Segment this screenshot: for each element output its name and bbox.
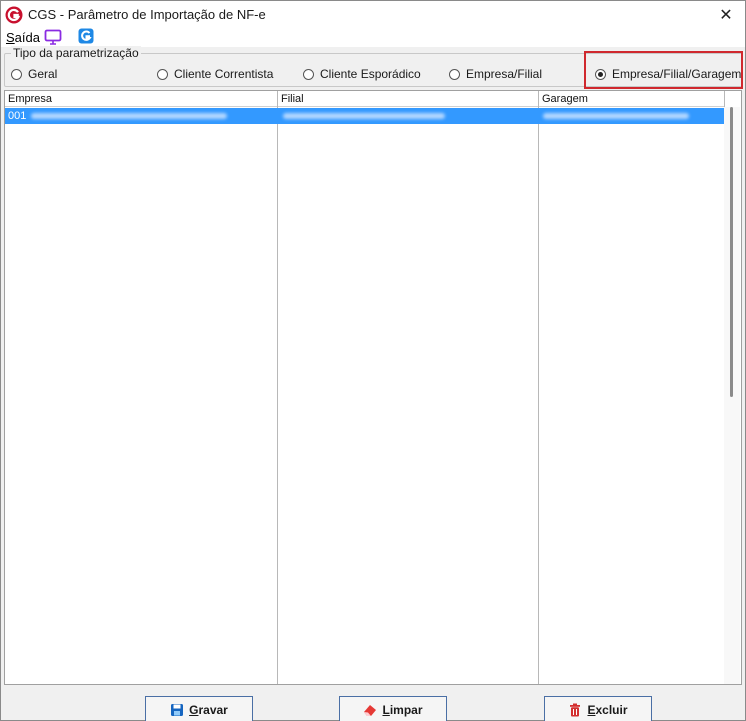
column-divider <box>277 107 278 684</box>
close-icon: ✕ <box>719 7 733 24</box>
limpar-rest: impar <box>389 703 423 717</box>
app-logo-icon <box>5 6 23 24</box>
close-button[interactable]: ✕ <box>709 1 743 29</box>
group-legend: Tipo da parametrização <box>11 46 141 60</box>
title-bar: CGS - Parâmetro de Importação de NF-e ✕ <box>1 1 745 29</box>
col-header-empresa[interactable]: Empresa <box>5 91 278 107</box>
gravar-button[interactable]: Gravar <box>145 696 253 721</box>
table-row[interactable]: 001 <box>5 108 725 124</box>
excluir-accel: E <box>587 703 596 717</box>
menu-saida-rest: aída <box>14 30 40 45</box>
col-header-filial[interactable]: Filial <box>278 91 539 107</box>
redacted-text <box>543 113 689 119</box>
limpar-button[interactable]: Limpar <box>339 696 447 721</box>
radio-label: Empresa/Filial <box>466 67 543 81</box>
menu-saida-accel: S <box>6 30 15 45</box>
floppy-disk-icon <box>171 704 184 716</box>
eraser-icon <box>364 705 377 716</box>
radio-dot <box>11 68 22 80</box>
redacted-text <box>31 113 227 119</box>
app-window: CGS - Parâmetro de Importação de NF-e ✕ … <box>0 0 746 721</box>
window-title: CGS - Parâmetro de Importação de NF-e <box>28 7 266 22</box>
scrollbar-thumb[interactable] <box>730 107 733 397</box>
excluir-button[interactable]: Excluir <box>544 696 652 721</box>
monitor-icon[interactable] <box>44 29 62 45</box>
trash-icon <box>570 703 581 717</box>
data-grid[interactable]: Empresa Filial Garagem 001 <box>4 90 742 685</box>
radio-label: Cliente Correntista <box>174 67 274 81</box>
col-header-garagem[interactable]: Garagem <box>539 91 725 107</box>
excluir-rest: xcluir <box>595 703 628 717</box>
radio-dot <box>303 68 314 80</box>
gravar-label: Gravar <box>189 703 228 717</box>
cell-empresa-code: 001 <box>8 110 27 122</box>
radio-dot <box>449 68 460 80</box>
limpar-accel: L <box>382 703 390 717</box>
g-icon[interactable] <box>78 28 94 44</box>
radio-label: Cliente Esporádico <box>320 67 421 81</box>
radio-cliente-esporadico[interactable]: Cliente Esporádico <box>303 67 421 81</box>
selection-highlight <box>584 51 743 89</box>
redacted-text <box>283 113 445 119</box>
menu-bar: Saída <box>1 28 745 47</box>
grid-header: Empresa Filial Garagem <box>5 91 725 107</box>
limpar-label: Limpar <box>382 703 422 717</box>
menu-saida[interactable]: Saída <box>6 30 40 45</box>
gravar-rest: ravar <box>198 703 228 717</box>
vertical-scrollbar[interactable] <box>724 107 740 684</box>
excluir-label: Excluir <box>587 703 627 717</box>
radio-label: Geral <box>28 67 58 81</box>
radio-geral[interactable]: Geral <box>11 67 57 81</box>
radio-cliente-correntista[interactable]: Cliente Correntista <box>157 67 273 81</box>
radio-dot <box>157 68 168 80</box>
column-divider <box>538 107 539 684</box>
radio-empresa-filial[interactable]: Empresa/Filial <box>449 67 542 81</box>
